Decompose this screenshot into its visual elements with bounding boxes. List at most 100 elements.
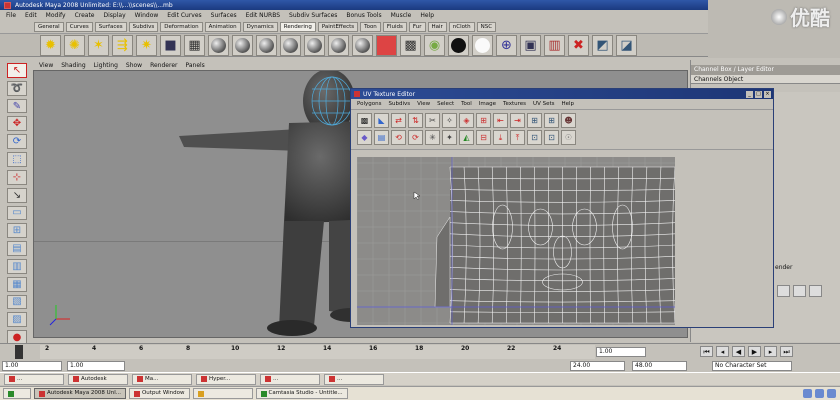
- taskbar-item[interactable]: ...: [324, 373, 384, 385]
- pixel-snap-icon[interactable]: ⊞: [544, 113, 559, 128]
- unfold-icon[interactable]: ◈: [459, 113, 474, 128]
- current-frame-field[interactable]: 1.00: [596, 347, 646, 357]
- step-back-icon[interactable]: ◂: [716, 346, 729, 357]
- taskbar-maya[interactable]: Autodesk Maya 2008 Unl...: [34, 388, 126, 399]
- playback-end-field[interactable]: 24.00: [570, 361, 625, 371]
- uv-view[interactable]: [357, 157, 675, 325]
- menu-muscle[interactable]: Muscle: [391, 12, 412, 19]
- taskbar-item[interactable]: ...: [4, 373, 64, 385]
- grid-uv-icon[interactable]: ⊞: [476, 113, 491, 128]
- flip-u-icon[interactable]: ⇄: [391, 113, 406, 128]
- exposure-icon[interactable]: ☉: [561, 130, 576, 145]
- taskbar-camtasia[interactable]: Camtasia Studio - Untitle...: [255, 388, 348, 399]
- paint-select-icon[interactable]: ✎: [7, 98, 27, 114]
- tab-surfaces[interactable]: Surfaces: [94, 21, 127, 32]
- playback-start-field[interactable]: 1.00: [67, 361, 125, 371]
- ambient-light-icon[interactable]: ✷: [136, 34, 157, 56]
- area-light-icon[interactable]: ✶: [88, 34, 109, 56]
- menu-modify[interactable]: Modify: [46, 12, 66, 19]
- step-forward-icon[interactable]: ▸: [764, 346, 777, 357]
- taskbar-item[interactable]: [3, 388, 31, 399]
- checker-texture-icon[interactable]: ▩: [400, 34, 421, 56]
- time-slider[interactable]: 2 4 6 8 10 12 14 16 18 20 22 24 1.00 ⏮ ◂…: [0, 343, 840, 360]
- rotate-ccw-icon[interactable]: ⟲: [391, 130, 406, 145]
- close-button[interactable]: ×: [764, 90, 771, 98]
- render-region-icon[interactable]: ◪: [616, 34, 637, 56]
- camera-icon[interactable]: ■: [160, 34, 181, 56]
- ramp-sphere-icon[interactable]: [352, 34, 373, 56]
- tab-curves[interactable]: Curves: [65, 21, 93, 32]
- user-avatar-icon[interactable]: ☻: [561, 113, 576, 128]
- smudge-uv-icon[interactable]: ⊟: [476, 130, 491, 145]
- lasso-tool-icon[interactable]: ➰: [7, 80, 27, 96]
- directional-light-icon[interactable]: ⇶: [112, 34, 133, 56]
- uv-editor-titlebar[interactable]: UV Texture Editor _ □ ×: [351, 89, 773, 99]
- menu-window[interactable]: Window: [135, 12, 159, 19]
- go-start-icon[interactable]: ⏮: [700, 346, 713, 357]
- uv-menu-tool[interactable]: Tool: [461, 101, 472, 107]
- light-link-icon[interactable]: ⊕: [496, 34, 517, 56]
- taskbar-output-window[interactable]: Output Window: [128, 388, 190, 399]
- vp-menu-shading[interactable]: Shading: [61, 62, 85, 69]
- range-end-field[interactable]: 48.00: [632, 361, 687, 371]
- rotate-tool-icon[interactable]: ⟳: [7, 134, 27, 150]
- taskbar-item[interactable]: Hyper...: [196, 373, 256, 385]
- tray-icon[interactable]: [803, 389, 812, 398]
- move-tool-icon[interactable]: ✥: [7, 116, 27, 132]
- texture-swatch-icon[interactable]: ◆: [357, 130, 372, 145]
- cut-uv-icon[interactable]: ✂: [425, 113, 440, 128]
- range-start-field[interactable]: 1.00: [2, 361, 62, 371]
- uv-menu-view[interactable]: View: [417, 101, 430, 107]
- white-sphere-icon[interactable]: [472, 34, 493, 56]
- texture-sphere-icon[interactable]: ◉: [424, 34, 445, 56]
- go-end-icon[interactable]: ⏭: [780, 346, 793, 357]
- black-sphere-icon[interactable]: [448, 34, 469, 56]
- menu-display[interactable]: Display: [104, 12, 126, 19]
- tab-general[interactable]: General: [34, 21, 64, 32]
- tab-animation[interactable]: Animation: [204, 21, 241, 32]
- shade-uv-icon[interactable]: ⊡: [544, 130, 559, 145]
- scale-tool-icon[interactable]: ⬚: [7, 152, 27, 167]
- lambert-sphere-icon[interactable]: [208, 34, 229, 56]
- vp-menu-view[interactable]: View: [39, 62, 53, 69]
- merge-uv-icon[interactable]: ✦: [442, 130, 457, 145]
- menu-create[interactable]: Create: [75, 12, 95, 19]
- taskbar-item[interactable]: Ma...: [132, 373, 192, 385]
- tab-hair[interactable]: Hair: [427, 21, 447, 32]
- channel-box-tabs[interactable]: Channels Object: [691, 75, 840, 84]
- last-tool-icon[interactable]: ↘: [7, 187, 27, 203]
- tray-icon[interactable]: [827, 389, 836, 398]
- menu-edit[interactable]: Edit: [25, 12, 37, 19]
- persp-layout-icon[interactable]: ▨: [7, 312, 27, 328]
- align-right-icon[interactable]: ⇥: [510, 113, 525, 128]
- uv-menu-help[interactable]: Help: [561, 101, 574, 107]
- uv-layout[interactable]: [357, 157, 675, 325]
- playhead[interactable]: [15, 345, 23, 359]
- tray-icon[interactable]: [815, 389, 824, 398]
- uv-menu-select[interactable]: Select: [437, 101, 454, 107]
- single-pane-icon[interactable]: ▭: [7, 205, 27, 221]
- render-view-icon[interactable]: ▦: [184, 34, 205, 56]
- uv-menu-subdivs[interactable]: Subdivs: [388, 101, 410, 107]
- hypershade-layout-icon[interactable]: ▧: [7, 294, 27, 310]
- render-settings-icon[interactable]: ▣: [520, 34, 541, 56]
- manipulator-icon[interactable]: ⊹: [7, 169, 27, 185]
- tab-ncloth[interactable]: nCloth: [448, 21, 475, 32]
- layout-uv-icon[interactable]: ◭: [459, 130, 474, 145]
- uv-menu-polygons[interactable]: Polygons: [357, 101, 381, 107]
- tab-painteffects[interactable]: PaintEffects: [317, 21, 359, 32]
- layered-sphere-icon[interactable]: [328, 34, 349, 56]
- ipr-render-icon[interactable]: ▥: [544, 34, 565, 56]
- flip-v-icon[interactable]: ⇅: [408, 113, 423, 128]
- tab-rendering[interactable]: Rendering: [279, 21, 316, 32]
- layer-button-2[interactable]: [793, 285, 806, 297]
- uv-menu-image[interactable]: Image: [479, 101, 496, 107]
- maximize-button[interactable]: □: [755, 90, 762, 98]
- align-down-icon[interactable]: ⤓: [493, 130, 508, 145]
- layout-icon[interactable]: ▤: [7, 241, 27, 256]
- tab-toon[interactable]: Toon: [360, 21, 381, 32]
- taskbar-item[interactable]: [192, 388, 253, 399]
- tab-fluids[interactable]: Fluids: [382, 21, 407, 32]
- blinn-sphere-icon[interactable]: [232, 34, 253, 56]
- uv-shell-icon[interactable]: ◣: [374, 113, 389, 128]
